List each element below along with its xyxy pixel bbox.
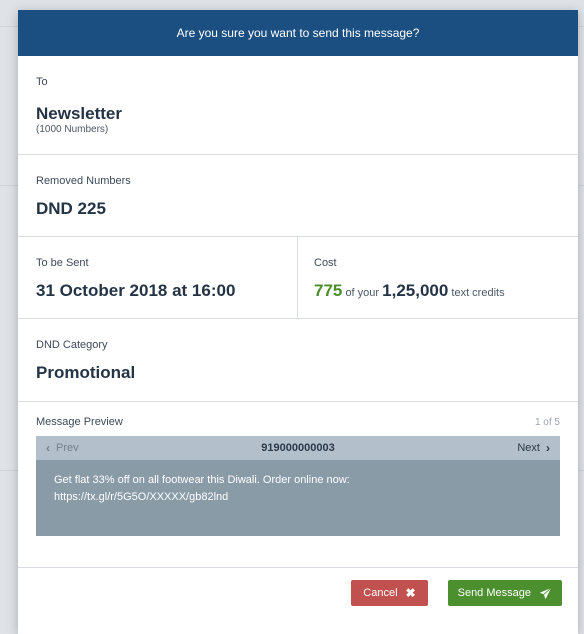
- cost-label: Cost: [314, 257, 337, 269]
- preview-message-line: Get flat 33% off on all footwear this Di…: [54, 474, 350, 486]
- schedule-label: To be Sent: [36, 257, 89, 269]
- next-label: Next: [517, 442, 540, 454]
- paper-plane-icon: [539, 586, 552, 599]
- removed-value: DND 225: [36, 199, 106, 218]
- preview-phone-number: 919000000003: [261, 442, 335, 454]
- modal-title: Are you sure you want to send this messa…: [176, 26, 420, 40]
- prev-button[interactable]: ‹ Prev: [46, 441, 79, 455]
- preview-header: Message Preview 1 of 5: [36, 416, 560, 428]
- cost-suffix: text credits: [451, 287, 505, 299]
- cost-value: 775 of your 1,25,000 text credits: [314, 281, 560, 301]
- prev-label: Prev: [56, 442, 79, 454]
- preview-message-body: Get flat 33% off on all footwear this Di…: [36, 460, 560, 536]
- chevron-right-icon: ›: [545, 441, 550, 455]
- recipient-label: To: [36, 76, 48, 88]
- modal-header: Are you sure you want to send this messa…: [18, 10, 578, 56]
- preview-page-count: 1 of 5: [534, 416, 560, 428]
- dnd-label: DND Category: [36, 339, 108, 351]
- schedule-block: To be Sent 31 October 2018 at 16:00: [18, 237, 298, 318]
- schedule-value: 31 October 2018 at 16:00: [36, 281, 236, 300]
- schedule-cost-section: To be Sent 31 October 2018 at 16:00 Cost…: [18, 237, 578, 319]
- send-label: Send Message: [457, 587, 531, 599]
- recipient-count: (1000 Numbers): [36, 124, 109, 135]
- preview-pager: ‹ Prev 919000000003 Next ›: [36, 436, 560, 460]
- message-preview-section: Message Preview 1 of 5 ‹ Prev 9190000000…: [18, 402, 578, 568]
- chevron-left-icon: ‹: [46, 441, 50, 455]
- cancel-button[interactable]: Cancel ✖: [351, 580, 428, 606]
- cost-amount: 775: [314, 281, 343, 300]
- cancel-label: Cancel: [363, 587, 398, 599]
- preview-message-link: https://tx.gl/r/5G5O/XXXXX/gb82lnd: [54, 491, 229, 503]
- recipient-section: To Newsletter (1000 Numbers): [18, 56, 578, 155]
- send-message-button[interactable]: Send Message: [447, 580, 562, 606]
- recipient-name: Newsletter: [36, 104, 122, 123]
- preview-label: Message Preview: [36, 416, 123, 428]
- close-icon: ✖: [405, 586, 416, 600]
- dnd-value: Promotional: [36, 363, 136, 382]
- removed-section: Removed Numbers DND 225: [18, 155, 578, 237]
- dnd-section: DND Category Promotional: [18, 319, 578, 402]
- modal-footer: Cancel ✖ Send Message: [18, 578, 578, 634]
- removed-label: Removed Numbers: [36, 175, 131, 187]
- confirm-send-modal: Are you sure you want to send this messa…: [18, 10, 578, 634]
- cost-total: 1,25,000: [382, 281, 449, 300]
- cost-of-your: of your: [345, 287, 380, 299]
- cost-block: Cost 775 of your 1,25,000 text credits: [298, 237, 578, 318]
- next-button[interactable]: Next ›: [517, 441, 550, 455]
